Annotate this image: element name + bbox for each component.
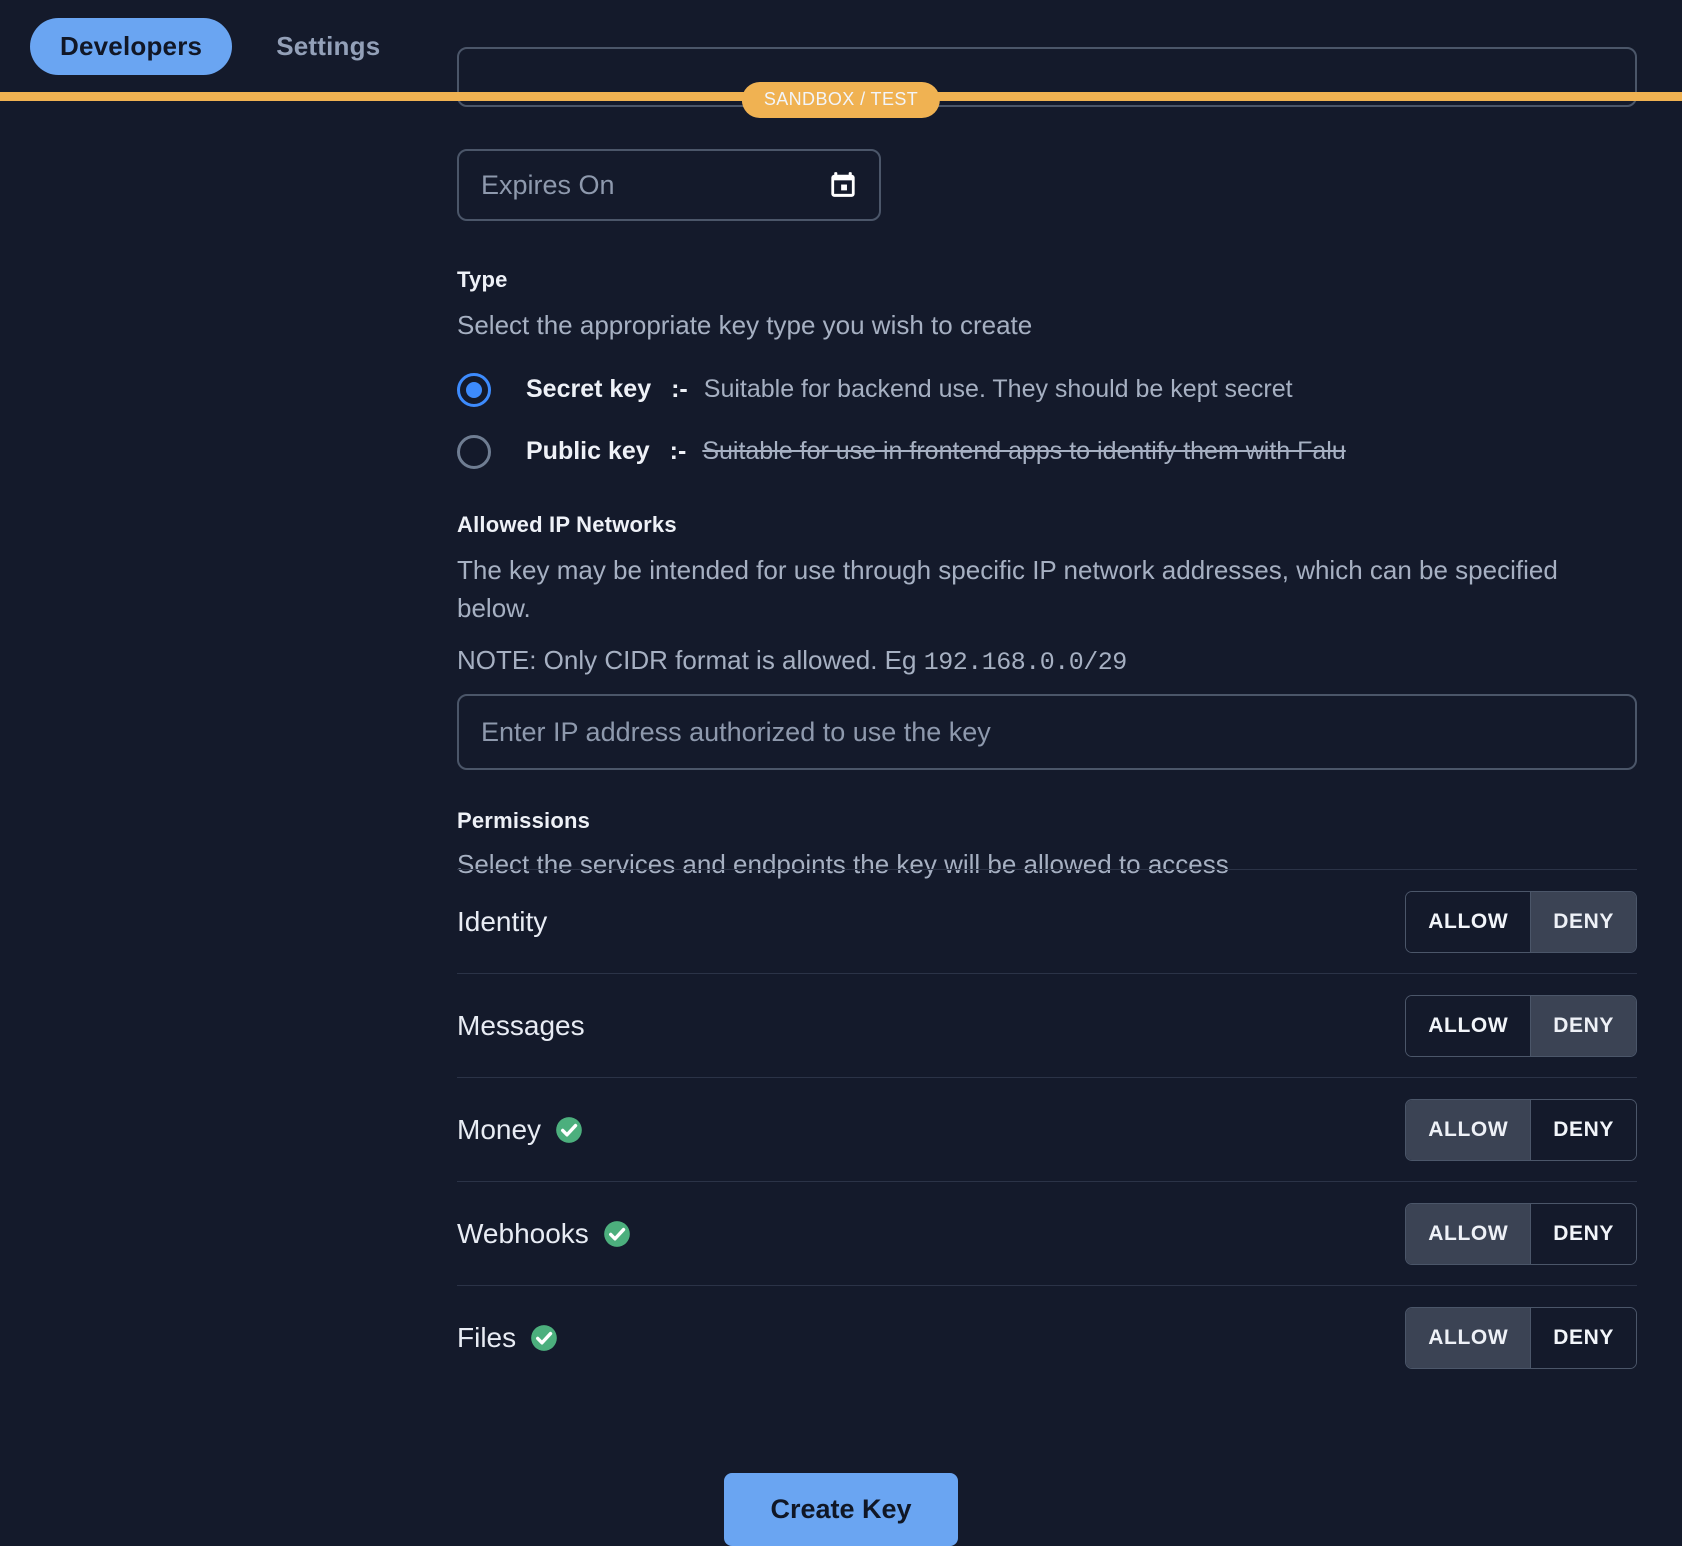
permission-name: Identity xyxy=(457,906,547,938)
allowed-ip-description: The key may be intended for use through … xyxy=(457,555,1558,623)
allowed-ip-input-placeholder: Enter IP address authorized to use the k… xyxy=(481,716,991,747)
developers-api-key-page: Developers Settings SANDBOX / TEST Expir… xyxy=(0,0,1682,1546)
allowed-ip-note: NOTE: Only CIDR format is allowed. Eg 19… xyxy=(457,642,1637,682)
type-section: Type Select the appropriate key type you… xyxy=(457,267,1637,469)
verified-check-icon xyxy=(555,1116,583,1144)
expires-on-field[interactable]: Expires On xyxy=(457,149,881,221)
radio-separator-secret-key: :- xyxy=(671,375,688,404)
permission-allow-button[interactable]: ALLOW xyxy=(1406,891,1531,952)
permission-label: Identity xyxy=(457,905,548,937)
permission-toggle: ALLOW DENY xyxy=(1405,1306,1637,1369)
verified-check-icon xyxy=(603,1220,631,1248)
allowed-ip-note-prefix: NOTE: Only CIDR format is allowed. Eg xyxy=(457,644,924,675)
allowed-ip-note-example: 192.168.0.0/29 xyxy=(923,647,1128,677)
permission-allow-button[interactable]: ALLOW xyxy=(1406,1307,1531,1368)
permission-row: Files ALLOW DENY xyxy=(457,1285,1637,1389)
permission-deny-button[interactable]: DENY xyxy=(1530,1203,1636,1264)
allowed-ip-section: Allowed IP Networks The key may be inten… xyxy=(457,512,1637,681)
permission-allow-button[interactable]: ALLOW xyxy=(1406,995,1531,1056)
permission-row: Webhooks ALLOW DENY xyxy=(457,1181,1637,1285)
permission-row: Identity ALLOW DENY xyxy=(457,869,1637,973)
permissions-list: Identity ALLOW DENY Messages ALLOW DENY Money A… xyxy=(457,869,1637,1389)
create-key-button[interactable]: Create Key xyxy=(724,1473,958,1546)
permission-name: Webhooks xyxy=(457,1218,631,1250)
permission-deny-button[interactable]: DENY xyxy=(1530,891,1636,952)
permission-label: Money xyxy=(457,1113,542,1145)
permission-label: Files xyxy=(457,1321,517,1353)
tab-settings[interactable]: Settings xyxy=(246,18,410,75)
radio-separator-public-key: :- xyxy=(669,437,687,466)
permission-name: Files xyxy=(457,1322,558,1354)
radio-option-public-key[interactable]: Public key :- Suitable for use in fronte… xyxy=(457,434,1637,469)
radio-label-public-key: Public key xyxy=(526,437,650,466)
tab-developers[interactable]: Developers xyxy=(30,17,233,75)
radio-option-secret-key[interactable]: Secret key :- Suitable for backend use. … xyxy=(457,372,1637,407)
radio-icon-public-key[interactable] xyxy=(457,434,491,469)
permission-toggle: ALLOW DENY xyxy=(1405,994,1637,1057)
radio-icon-secret-key[interactable] xyxy=(457,372,491,407)
permission-toggle: ALLOW DENY xyxy=(1405,1202,1637,1265)
permission-row: Money ALLOW DENY xyxy=(457,1077,1637,1181)
permission-row: Messages ALLOW DENY xyxy=(457,973,1637,1077)
radio-description-public-key: Suitable for use in frontend apps to ide… xyxy=(702,437,1346,466)
permission-toggle: ALLOW DENY xyxy=(1405,1098,1637,1161)
allowed-ip-input[interactable]: Enter IP address authorized to use the k… xyxy=(457,694,1637,770)
permission-label: Webhooks xyxy=(457,1217,589,1249)
permission-name: Messages xyxy=(457,1010,585,1042)
allowed-ip-title: Allowed IP Networks xyxy=(457,512,677,537)
form-content: Expires On Type Select the appropriate k… xyxy=(0,47,1682,1546)
expires-on-placeholder: Expires On xyxy=(481,169,615,200)
permission-allow-button[interactable]: ALLOW xyxy=(1406,1099,1531,1160)
permission-toggle: ALLOW DENY xyxy=(1405,890,1637,953)
permission-deny-button[interactable]: DENY xyxy=(1530,1099,1636,1160)
type-title: Type xyxy=(457,267,508,292)
radio-description-secret-key: Suitable for backend use. They should be… xyxy=(703,375,1293,404)
permission-label: Messages xyxy=(457,1009,585,1041)
type-description: Select the appropriate key type you wish… xyxy=(457,310,1033,340)
sandbox-test-badge: SANDBOX / TEST xyxy=(741,82,941,118)
submit-row: Create Key xyxy=(0,1473,1682,1546)
permission-deny-button[interactable]: DENY xyxy=(1530,995,1636,1056)
calendar-icon[interactable] xyxy=(829,171,857,199)
permission-name: Money xyxy=(457,1114,583,1146)
permission-deny-button[interactable]: DENY xyxy=(1530,1307,1636,1368)
verified-check-icon xyxy=(530,1324,558,1352)
radio-label-secret-key: Secret key xyxy=(526,375,652,404)
permission-allow-button[interactable]: ALLOW xyxy=(1406,1203,1531,1264)
permissions-title: Permissions xyxy=(457,808,591,833)
